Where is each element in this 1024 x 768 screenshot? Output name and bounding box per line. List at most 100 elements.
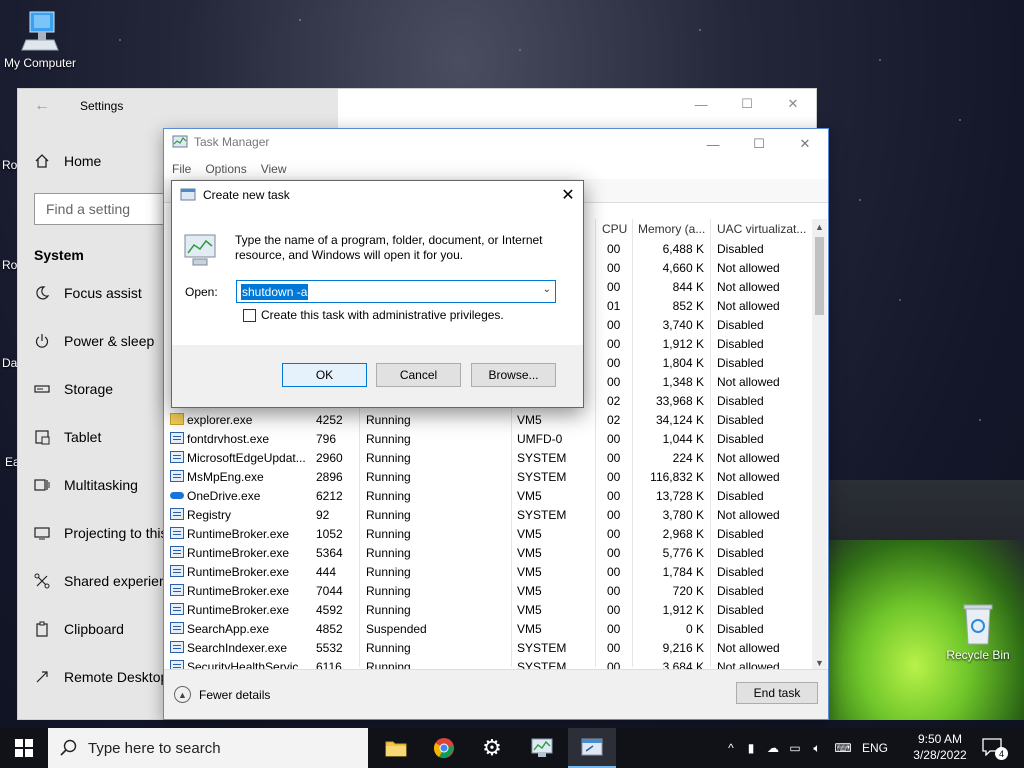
column-header-cpu[interactable]: CPU (602, 222, 627, 236)
network-icon[interactable]: ▭ (784, 741, 806, 755)
table-row[interactable]: fontdrvhost.exe 796 Running UMFD-0 00 1,044 K… (164, 429, 814, 448)
taskbar-clock[interactable]: 9:50 AM 3/28/2022 (912, 731, 968, 763)
pid-cell: 4852 (316, 622, 343, 636)
taskbar-run-dialog[interactable] (568, 728, 616, 768)
app-window-icon (170, 660, 184, 669)
menu-file[interactable]: File (172, 162, 191, 176)
table-row[interactable]: OneDrive.exe 6212 Running VM5 00 13,728 K Disa… (164, 486, 814, 505)
process-name-cell: RuntimeBroker.exe (187, 546, 290, 560)
cpu-cell: 00 (607, 622, 621, 636)
table-row[interactable]: explorer.exe 4252 Running VM5 02 34,124 K Disa… (164, 410, 814, 429)
close-icon[interactable]: ✕ (782, 129, 828, 159)
minimize-icon[interactable]: — (690, 129, 736, 159)
table-row[interactable]: RuntimeBroker.exe 1052 Running VM5 00 2,968 K… (164, 524, 814, 543)
table-row[interactable]: RuntimeBroker.exe 5364 Running VM5 00 5,776 K… (164, 543, 814, 562)
vertical-scrollbar[interactable]: ▲ ▼ (812, 219, 827, 671)
run-icon (180, 188, 196, 201)
taskbar-chrome[interactable] (420, 728, 468, 768)
cpu-cell: 00 (607, 242, 621, 256)
taskbar-search-placeholder: Type here to search (88, 739, 221, 757)
language-indicator[interactable]: ENG (858, 741, 892, 755)
taskbar-task-manager[interactable] (518, 728, 566, 768)
scroll-up-icon[interactable]: ▲ (812, 219, 827, 235)
cpu-cell: 01 (607, 299, 621, 313)
settings-title: Settings (80, 99, 124, 113)
table-row[interactable]: RuntimeBroker.exe 7044 Running VM5 00 720 K Di… (164, 581, 814, 600)
back-arrow-icon[interactable]: ← (34, 97, 50, 115)
open-combobox[interactable]: shutdown -a ⌄ (236, 280, 556, 303)
minimize-icon[interactable]: — (678, 89, 724, 119)
taskbar-search-box[interactable]: Type here to search (48, 728, 368, 768)
table-row[interactable]: SecurityHealthServic... 6116 Running SYSTEM… (164, 657, 814, 669)
app-window-icon (170, 470, 184, 482)
uac-cell: Disabled (717, 584, 764, 598)
table-row[interactable]: MsMpEng.exe 2896 Running SYSTEM 00 116,832 K N… (164, 467, 814, 486)
run-large-icon (184, 234, 216, 266)
close-icon[interactable]: ✕ (553, 181, 583, 209)
uac-cell: Not allowed (717, 470, 780, 484)
close-icon[interactable]: ✕ (770, 89, 816, 119)
memory-cell: 5,776 K (662, 546, 704, 560)
cpu-cell: 00 (607, 603, 621, 617)
fewer-details-button[interactable]: ▲ Fewer details (174, 686, 270, 703)
column-header-uac[interactable]: UAC virtualizat... (717, 222, 806, 236)
notification-count-badge: 4 (995, 747, 1008, 760)
menu-view[interactable]: View (261, 162, 287, 176)
scrollbar-thumb[interactable] (815, 237, 824, 315)
desktop-icon-my-computer[interactable]: My Computer (2, 10, 78, 70)
cpu-cell: 00 (607, 565, 621, 579)
user-cell: SYSTEM (517, 451, 567, 465)
browse-button[interactable]: Browse... (471, 363, 556, 387)
cpu-cell: 00 (607, 261, 621, 275)
chevron-up-icon[interactable]: ^ (722, 741, 740, 755)
pid-cell: 1052 (316, 527, 343, 541)
uac-cell: Not allowed (717, 641, 780, 655)
table-row[interactable]: Registry 92 Running SYSTEM 00 3,780 K Not allo… (164, 505, 814, 524)
cancel-button[interactable]: Cancel (376, 363, 461, 387)
ok-button[interactable]: OK (282, 363, 367, 387)
notification-center-button[interactable]: 4 (982, 738, 1008, 760)
column-header-memory[interactable]: Memory (a... (638, 222, 705, 236)
pid-cell: 6116 (316, 660, 342, 669)
start-button[interactable] (0, 728, 48, 768)
maximize-icon[interactable]: ☐ (724, 89, 770, 119)
memory-cell: 4,660 K (662, 261, 704, 275)
pid-cell: 5532 (316, 641, 343, 655)
checkbox-box[interactable] (243, 308, 256, 322)
status-cell: Running (366, 565, 411, 579)
table-row[interactable]: RuntimeBroker.exe 4592 Running VM5 00 1,912 K… (164, 600, 814, 619)
user-cell: UMFD-0 (517, 432, 563, 446)
settings-home[interactable]: Home (34, 153, 101, 169)
cpu-cell: 00 (607, 660, 621, 669)
cloud-icon[interactable]: ☁ (762, 741, 784, 755)
status-cell: Running (366, 641, 411, 655)
table-row[interactable]: RuntimeBroker.exe 444 Running VM5 00 1,784 K D… (164, 562, 814, 581)
desktop-icon-recycle-bin[interactable]: Recycle Bin (940, 602, 1016, 662)
admin-privileges-checkbox[interactable]: Create this task with administrative pri… (243, 308, 504, 322)
taskbar-settings[interactable]: ⚙ (468, 728, 516, 768)
open-input-value[interactable]: shutdown -a (241, 284, 309, 300)
table-row[interactable]: SearchIndexer.exe 5532 Running SYSTEM 00 9,21… (164, 638, 814, 657)
chevron-down-icon[interactable]: ⌄ (543, 284, 551, 295)
speaker-icon[interactable]: 🔈︎ (806, 741, 828, 756)
user-cell: VM5 (517, 565, 542, 579)
desktop-edge-label: Ro (2, 258, 18, 272)
taskbar-file-explorer[interactable] (372, 728, 420, 768)
uac-cell: Disabled (717, 432, 764, 446)
create-new-task-dialog[interactable]: Create new task ✕ Type the name of a pro… (171, 180, 584, 408)
maximize-icon[interactable]: ☐ (736, 129, 782, 159)
pen-icon[interactable]: ▮ (740, 741, 762, 755)
run-icon (581, 738, 603, 756)
task-manager-icon (172, 135, 188, 148)
memory-cell: 33,968 K (655, 394, 704, 408)
app-window-icon (170, 432, 184, 444)
table-row[interactable]: MicrosoftEdgeUpdat... 2960 Running SYSTEM 00… (164, 448, 814, 467)
end-task-button[interactable]: End task (736, 682, 818, 704)
cpu-cell: 00 (607, 318, 621, 332)
menu-options[interactable]: Options (205, 162, 246, 176)
moon-icon (36, 286, 50, 300)
settings-search-input[interactable]: Find a setting (34, 193, 174, 225)
table-row[interactable]: SearchApp.exe 4852 Suspended VM5 00 0 K Disabl… (164, 619, 814, 638)
cpu-cell: 00 (607, 489, 621, 503)
keyboard-icon[interactable]: ⌨ (828, 741, 858, 755)
